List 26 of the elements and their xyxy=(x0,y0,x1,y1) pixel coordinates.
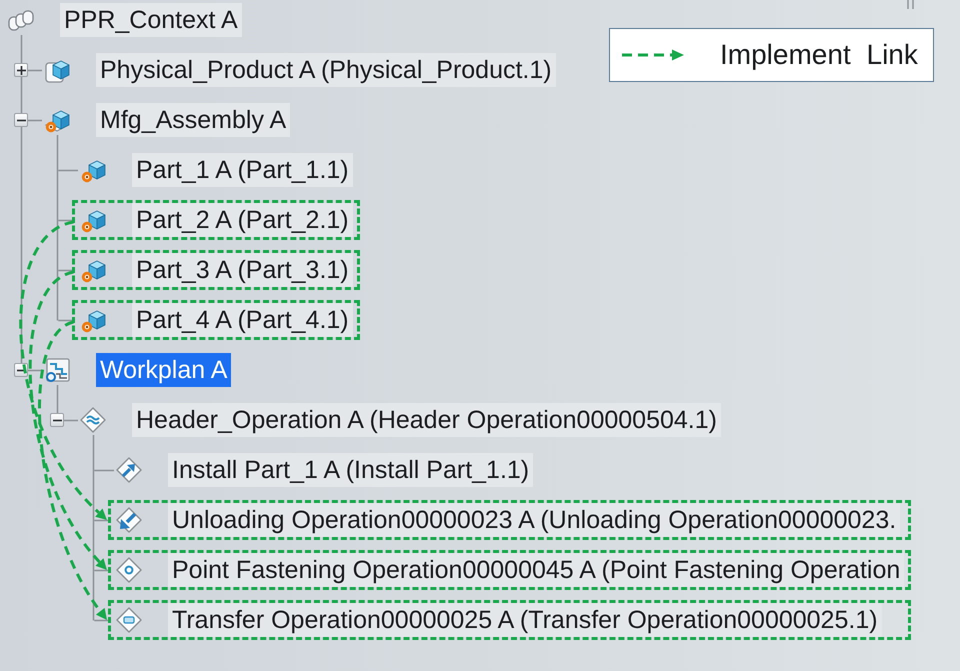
diamond-arrow-icon xyxy=(115,456,143,484)
tree-node-label[interactable]: Part_1 A (Part_1.1) xyxy=(132,153,353,187)
expander-toggle[interactable] xyxy=(14,113,28,127)
tree-node-label[interactable]: Header_Operation A (Header Operation00000504.1) xyxy=(132,403,721,437)
tree-node-label[interactable]: Mfg_Assembly A xyxy=(96,103,290,137)
diamond-wave-icon xyxy=(79,406,107,434)
expander-toggle[interactable] xyxy=(50,413,64,427)
tree-node-label[interactable]: PPR_Context A xyxy=(60,3,242,37)
step-chart-icon xyxy=(43,356,71,384)
diamond-arrow-icon xyxy=(115,506,143,534)
tree-node-label[interactable]: Install Part_1 A (Install Part_1.1) xyxy=(168,453,534,487)
grip-icon xyxy=(907,0,914,9)
tree-node-label[interactable]: Part_4 A (Part_4.1) xyxy=(132,303,353,337)
tree-node-label[interactable]: Part_3 A (Part_3.1) xyxy=(132,253,353,287)
tree-node-label[interactable]: Point Fastening Operation00000045 A (Point Fastening Operation xyxy=(168,553,904,587)
tree-node-label[interactable]: Physical_Product A (Physical_Product.1) xyxy=(96,53,556,87)
plus-icon xyxy=(16,66,26,74)
expander-toggle[interactable] xyxy=(14,63,28,77)
tree-node-label[interactable]: Part_2 A (Part_2.1) xyxy=(132,203,353,237)
tree-node-label[interactable]: Workplan A xyxy=(96,353,232,387)
diamond-tag-icon xyxy=(115,606,143,634)
dashed-arrow-icon xyxy=(622,49,684,61)
tree-node-label[interactable]: Transfer Operation00000025 A (Transfer Operation00000025.1) xyxy=(168,603,882,637)
tree-node-label[interactable]: Unloading Operation00000023 A (Unloading Operation00000023. xyxy=(168,503,900,537)
legend-label: Implement Link xyxy=(720,39,918,71)
diamond-ring-icon xyxy=(115,556,143,584)
